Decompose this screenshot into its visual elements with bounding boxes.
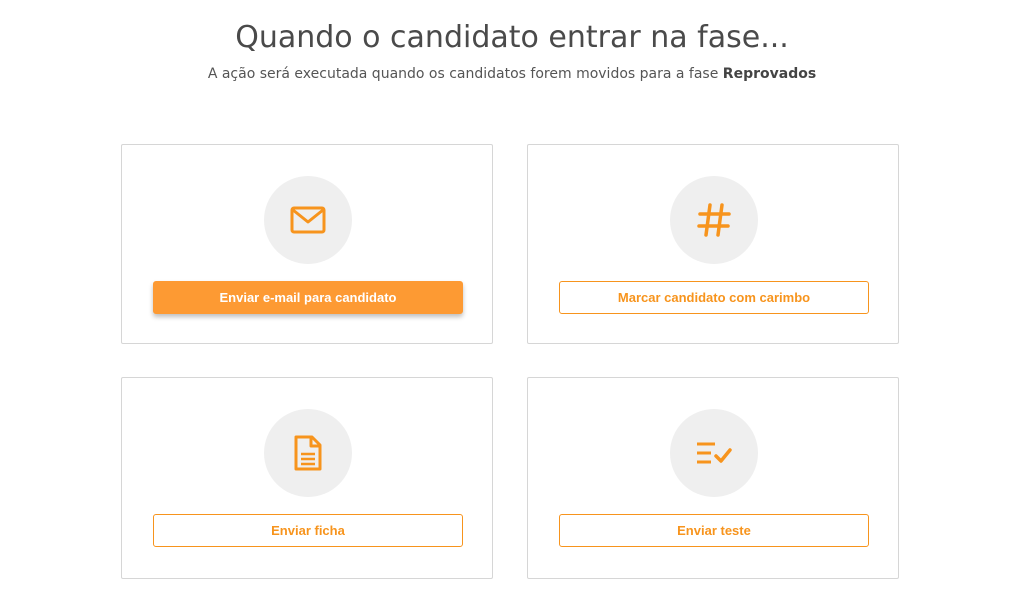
icon-circle (264, 176, 352, 264)
action-card-form: Enviar ficha (121, 377, 493, 579)
subtitle-text: A ação será executada quando os candidat… (207, 66, 723, 82)
hashtag-icon (696, 202, 732, 238)
send-form-button[interactable]: Enviar ficha (153, 514, 463, 547)
action-card-stamp: Marcar candidato com carimbo (527, 144, 899, 344)
stage-name: Reprovados (722, 66, 817, 82)
icon-circle (670, 409, 758, 497)
icon-circle (670, 176, 758, 264)
document-icon (293, 435, 323, 471)
mark-stamp-button[interactable]: Marcar candidato com carimbo (559, 281, 869, 314)
envelope-icon (290, 206, 326, 234)
page-subtitle: A ação será executada quando os candidat… (0, 64, 1024, 84)
page-title: Quando o candidato entrar na fase... (235, 20, 789, 55)
send-email-button[interactable]: Enviar e-mail para candidato (153, 281, 463, 314)
checklist-icon (695, 440, 733, 466)
action-card-email: Enviar e-mail para candidato (121, 144, 493, 344)
icon-circle (264, 409, 352, 497)
send-test-button[interactable]: Enviar teste (559, 514, 869, 547)
action-card-test: Enviar teste (527, 377, 899, 579)
